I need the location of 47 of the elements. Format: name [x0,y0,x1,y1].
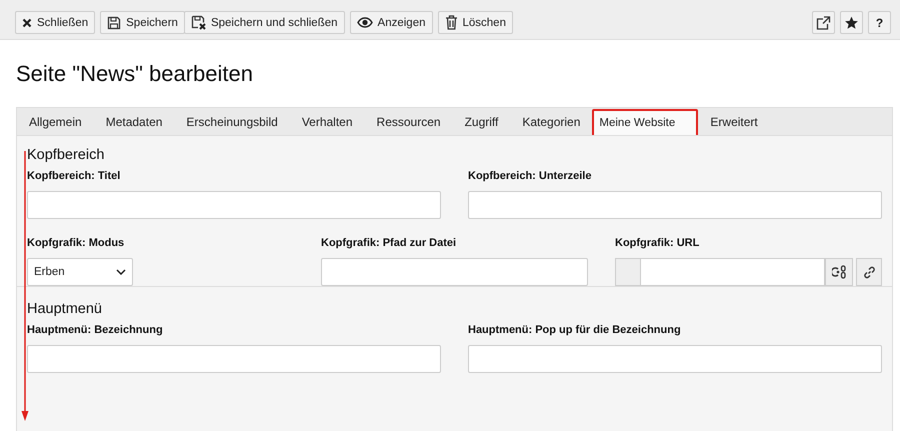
tab[interactable]: Metadaten [94,108,174,135]
tab[interactable]: Kategorien [510,108,592,135]
field-label: Kopfgrafik: URL [615,237,700,251]
page-title: Seite "News" bearbeiten [16,61,254,88]
input-addon [615,258,641,286]
input-field[interactable] [641,258,825,286]
tab[interactable]: Erweitert [698,108,770,135]
tab[interactable]: Meine Website [592,109,698,137]
toolbar-button[interactable]: Speichern [100,11,185,34]
tab[interactable]: Allgemein [17,108,94,135]
open-new-window-button[interactable] [812,11,835,34]
field-label: Kopfbereich: Unterzeile [468,170,592,184]
help-button[interactable]: ? [868,11,891,34]
link-browser-button[interactable] [825,258,853,286]
link-icon [862,266,876,278]
field-label: Kopfgrafik: Modus [27,237,126,251]
tab[interactable]: Zugriff [452,108,510,135]
eye-icon [356,17,373,28]
save-icon [107,16,122,30]
section-title: Kopfbereich [27,147,106,165]
toolbar-button[interactable]: Anzeigen [350,11,432,34]
input-field[interactable] [468,345,882,373]
section-title: Hauptmenü [27,301,103,319]
chevron-down-icon [116,269,126,275]
field-label: Hauptmenü: Bezeichnung [27,324,164,338]
tab[interactable]: Erscheinungsbild [174,108,290,135]
star-icon [844,16,859,30]
toolbar-button[interactable]: Speichern und schließen [184,11,345,34]
external-link-icon [816,16,831,30]
field-label: Hauptmenü: Pop up für die Bezeichnung [468,324,682,338]
tab[interactable]: Ressourcen [364,108,453,135]
link-button[interactable] [856,258,882,286]
link-wizard-icon [832,265,846,279]
save-close-icon [190,15,206,30]
input-field[interactable] [468,191,882,219]
close-icon [22,18,32,28]
input-field[interactable] [27,191,441,219]
bookmark-button[interactable] [840,11,863,34]
toolbar-button[interactable]: Schließen [15,11,96,34]
select-dropdown[interactable]: Erben [27,258,133,286]
input-field[interactable] [321,258,588,286]
trash-icon [444,15,458,30]
toolbar-button[interactable]: Löschen [438,11,513,34]
input-field[interactable] [27,345,441,373]
field-label: Kopfgrafik: Pfad zur Datei [321,237,458,251]
field-label: Kopfbereich: Titel [27,170,122,184]
tab[interactable]: Verhalten [290,108,365,135]
